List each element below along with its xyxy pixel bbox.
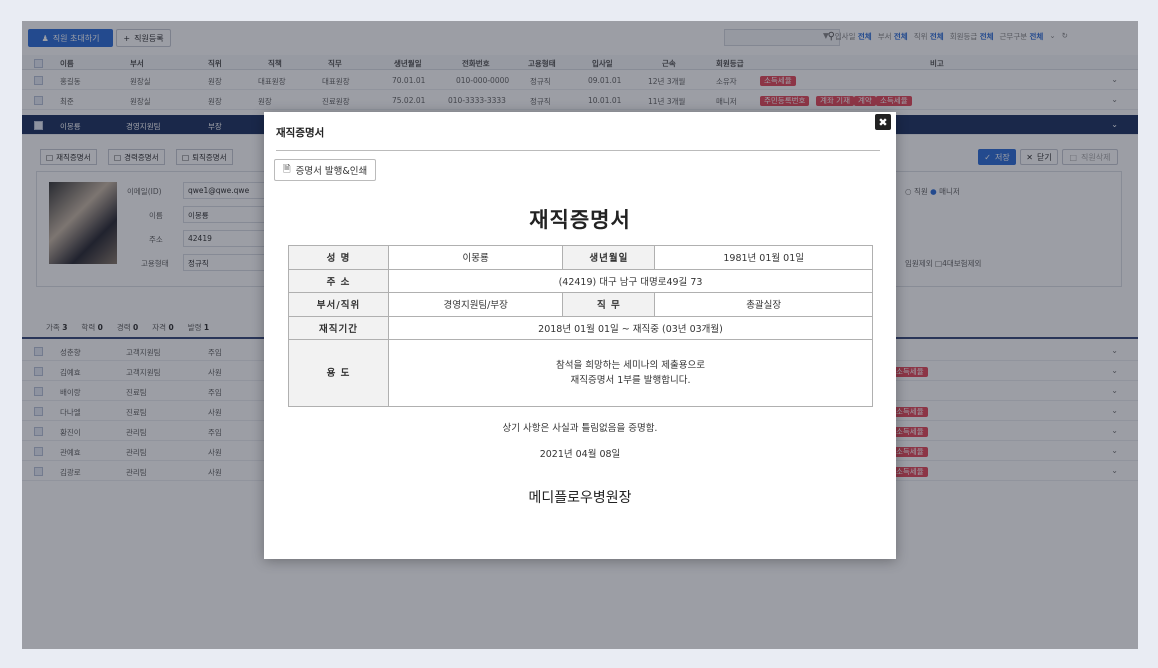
address-label: 주 소 xyxy=(288,268,389,293)
birth-value: 1981년 01월 01일 xyxy=(654,245,873,270)
dept-position-value: 경영지원팀/부장 xyxy=(387,292,564,317)
issue-print-button[interactable]: 🗎 증명서 발행&인쇄 xyxy=(274,159,377,181)
period-value: 2018년 01월 01일 ~ 재직중 (03년 03개월) xyxy=(388,315,873,340)
purpose-label: 용 도 xyxy=(288,339,389,407)
dept-position-label: 부서/직위 xyxy=(288,292,389,317)
duty-value: 총괄실장 xyxy=(654,292,873,317)
confirm-statement: 상기 사항은 사실과 틀림없음을 증명함. xyxy=(502,423,658,434)
purpose-line-1: 참석을 희망하는 세미나의 제출용으로 xyxy=(556,360,705,371)
purpose-line-2: 재직증명서 1부를 발행합니다. xyxy=(570,375,691,386)
name-value: 이몽룡 xyxy=(387,245,564,270)
period-label: 재직기간 xyxy=(288,315,389,340)
duty-label: 직 무 xyxy=(562,292,656,317)
address-value: (42419) 대구 남구 대명로49길 73 xyxy=(388,268,873,293)
modal-divider xyxy=(276,150,880,151)
modal-title: 재직증명서 xyxy=(276,127,325,139)
close-icon[interactable]: ✖ xyxy=(875,114,891,130)
birth-label: 생년월일 xyxy=(562,245,656,270)
issue-date: 2021년 04월 08일 xyxy=(539,449,621,460)
issue-print-label: 증명서 발행&인쇄 xyxy=(295,166,368,177)
purpose-value: 참석을 희망하는 세미나의 제출용으로 재직증명서 1부를 발행합니다. xyxy=(388,339,873,407)
certificate-title: 재직증명서 xyxy=(529,208,631,232)
certificate-table: 성 명 이몽룡 생년월일 1981년 01월 01일 주 소 (42419) 대… xyxy=(288,245,873,407)
name-label: 성 명 xyxy=(288,245,389,270)
document-icon: 🗎 xyxy=(283,164,291,175)
certificate-modal: 재직증명서 ✖ 🗎 증명서 발행&인쇄 재직증명서 성 명 이몽룡 생년월일 1… xyxy=(264,112,896,559)
signer-name: 메디플로우병원장 xyxy=(528,490,632,506)
